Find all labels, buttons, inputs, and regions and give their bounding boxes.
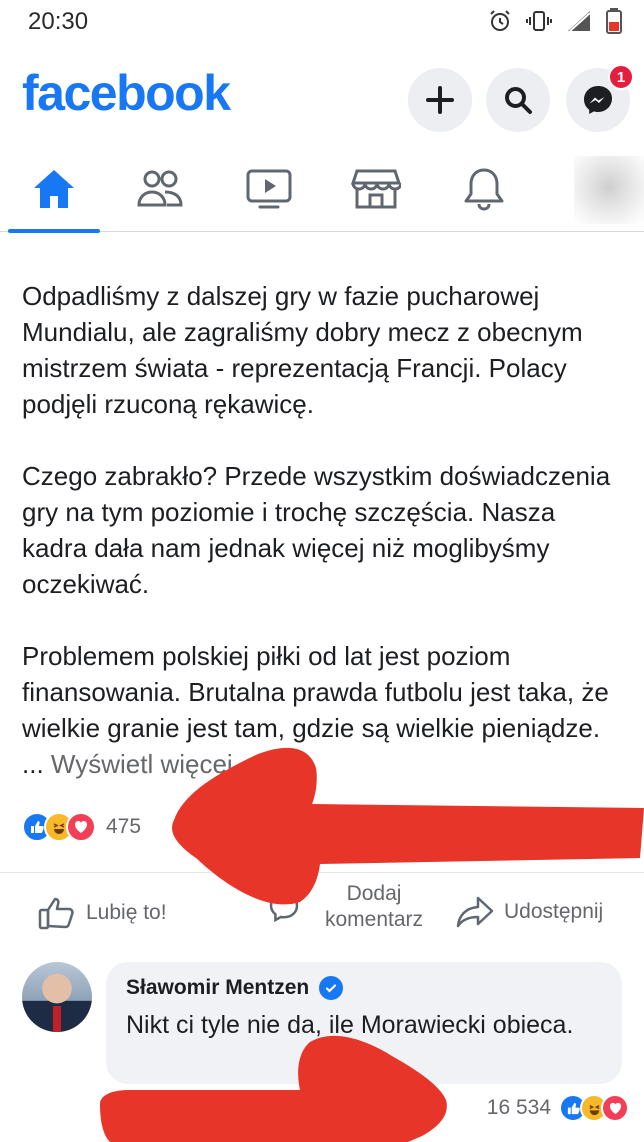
like-label: Lubię to! bbox=[86, 901, 167, 924]
tab-notifications[interactable] bbox=[434, 146, 534, 232]
nav-tabs bbox=[0, 146, 644, 233]
home-icon bbox=[34, 170, 74, 208]
watch-icon bbox=[246, 169, 292, 209]
comment-author[interactable]: Sławomir Mentzen bbox=[126, 976, 602, 1000]
reaction-icons bbox=[22, 812, 96, 842]
messenger-button[interactable]: 1 bbox=[566, 64, 634, 132]
facebook-logo[interactable]: facebook bbox=[22, 64, 231, 122]
friends-icon bbox=[137, 170, 183, 207]
search-icon bbox=[505, 87, 532, 114]
comment-author-name: Sławomir Mentzen bbox=[126, 976, 310, 999]
love-icon bbox=[601, 1094, 629, 1122]
share-button[interactable]: Udostępnij bbox=[456, 895, 603, 929]
comment-reactions[interactable]: 16 534 bbox=[486, 1094, 629, 1122]
like-button[interactable]: Lubię to! bbox=[38, 895, 167, 931]
create-button[interactable] bbox=[408, 68, 472, 132]
tab-friends[interactable] bbox=[110, 146, 210, 232]
marketplace-icon bbox=[351, 169, 401, 209]
comment-bubble[interactable]: Sławomir Mentzen Nikt ci tyle nie da, il… bbox=[106, 962, 622, 1084]
notifications-icon bbox=[464, 168, 504, 211]
reaction-count: 475 bbox=[106, 815, 142, 838]
tab-home[interactable] bbox=[4, 146, 104, 233]
comment-reaction-icons bbox=[559, 1094, 629, 1122]
post-paragraph: Problemem polskiej piłki od lat jest poz… bbox=[22, 638, 622, 782]
vibrate-icon bbox=[526, 11, 552, 31]
status-bar: 20:30 bbox=[0, 0, 644, 50]
thumbs-up-icon bbox=[38, 897, 74, 930]
post-reactions[interactable]: 475 bbox=[22, 812, 141, 842]
post-text: Odpadliśmy z dalszej gry w fazie pucharo… bbox=[22, 278, 622, 782]
comment-reaction-count: 16 534 bbox=[486, 1096, 551, 1119]
messenger-icon bbox=[584, 86, 612, 114]
battery-icon bbox=[606, 8, 622, 34]
status-time: 20:30 bbox=[28, 8, 89, 35]
plus-icon bbox=[426, 86, 454, 114]
comment-author-avatar[interactable] bbox=[22, 962, 92, 1032]
status-icons bbox=[488, 8, 622, 34]
post-action-bar: Lubię to! Dodaj komentarz Udostępnij bbox=[0, 872, 644, 944]
comment-text: Nikt ci tyle nie da, ile Morawiecki obie… bbox=[126, 1011, 574, 1039]
share-label: Udostępnij bbox=[504, 900, 604, 923]
share-icon bbox=[456, 896, 494, 928]
menu-avatar-blurred[interactable] bbox=[574, 156, 644, 224]
comment-button[interactable]: Dodaj komentarz bbox=[268, 881, 438, 933]
verified-badge-icon bbox=[319, 976, 344, 1000]
search-button[interactable] bbox=[486, 68, 550, 132]
comment-label: Dodaj komentarz bbox=[324, 882, 424, 931]
post-paragraph: Odpadliśmy z dalszej gry w fazie pucharo… bbox=[22, 281, 583, 419]
alarm-icon bbox=[490, 10, 510, 31]
comment-icon bbox=[269, 892, 299, 923]
messenger-badge: 1 bbox=[608, 64, 634, 90]
tab-marketplace[interactable] bbox=[326, 146, 426, 232]
love-icon bbox=[66, 812, 96, 842]
see-more-link[interactable]: Wyświetl więcej bbox=[51, 749, 233, 779]
post-paragraph: Czego zabrakło? Przede wszystkim doświad… bbox=[22, 461, 611, 599]
tab-watch[interactable] bbox=[219, 146, 319, 232]
signal-lte-icon bbox=[568, 11, 591, 32]
